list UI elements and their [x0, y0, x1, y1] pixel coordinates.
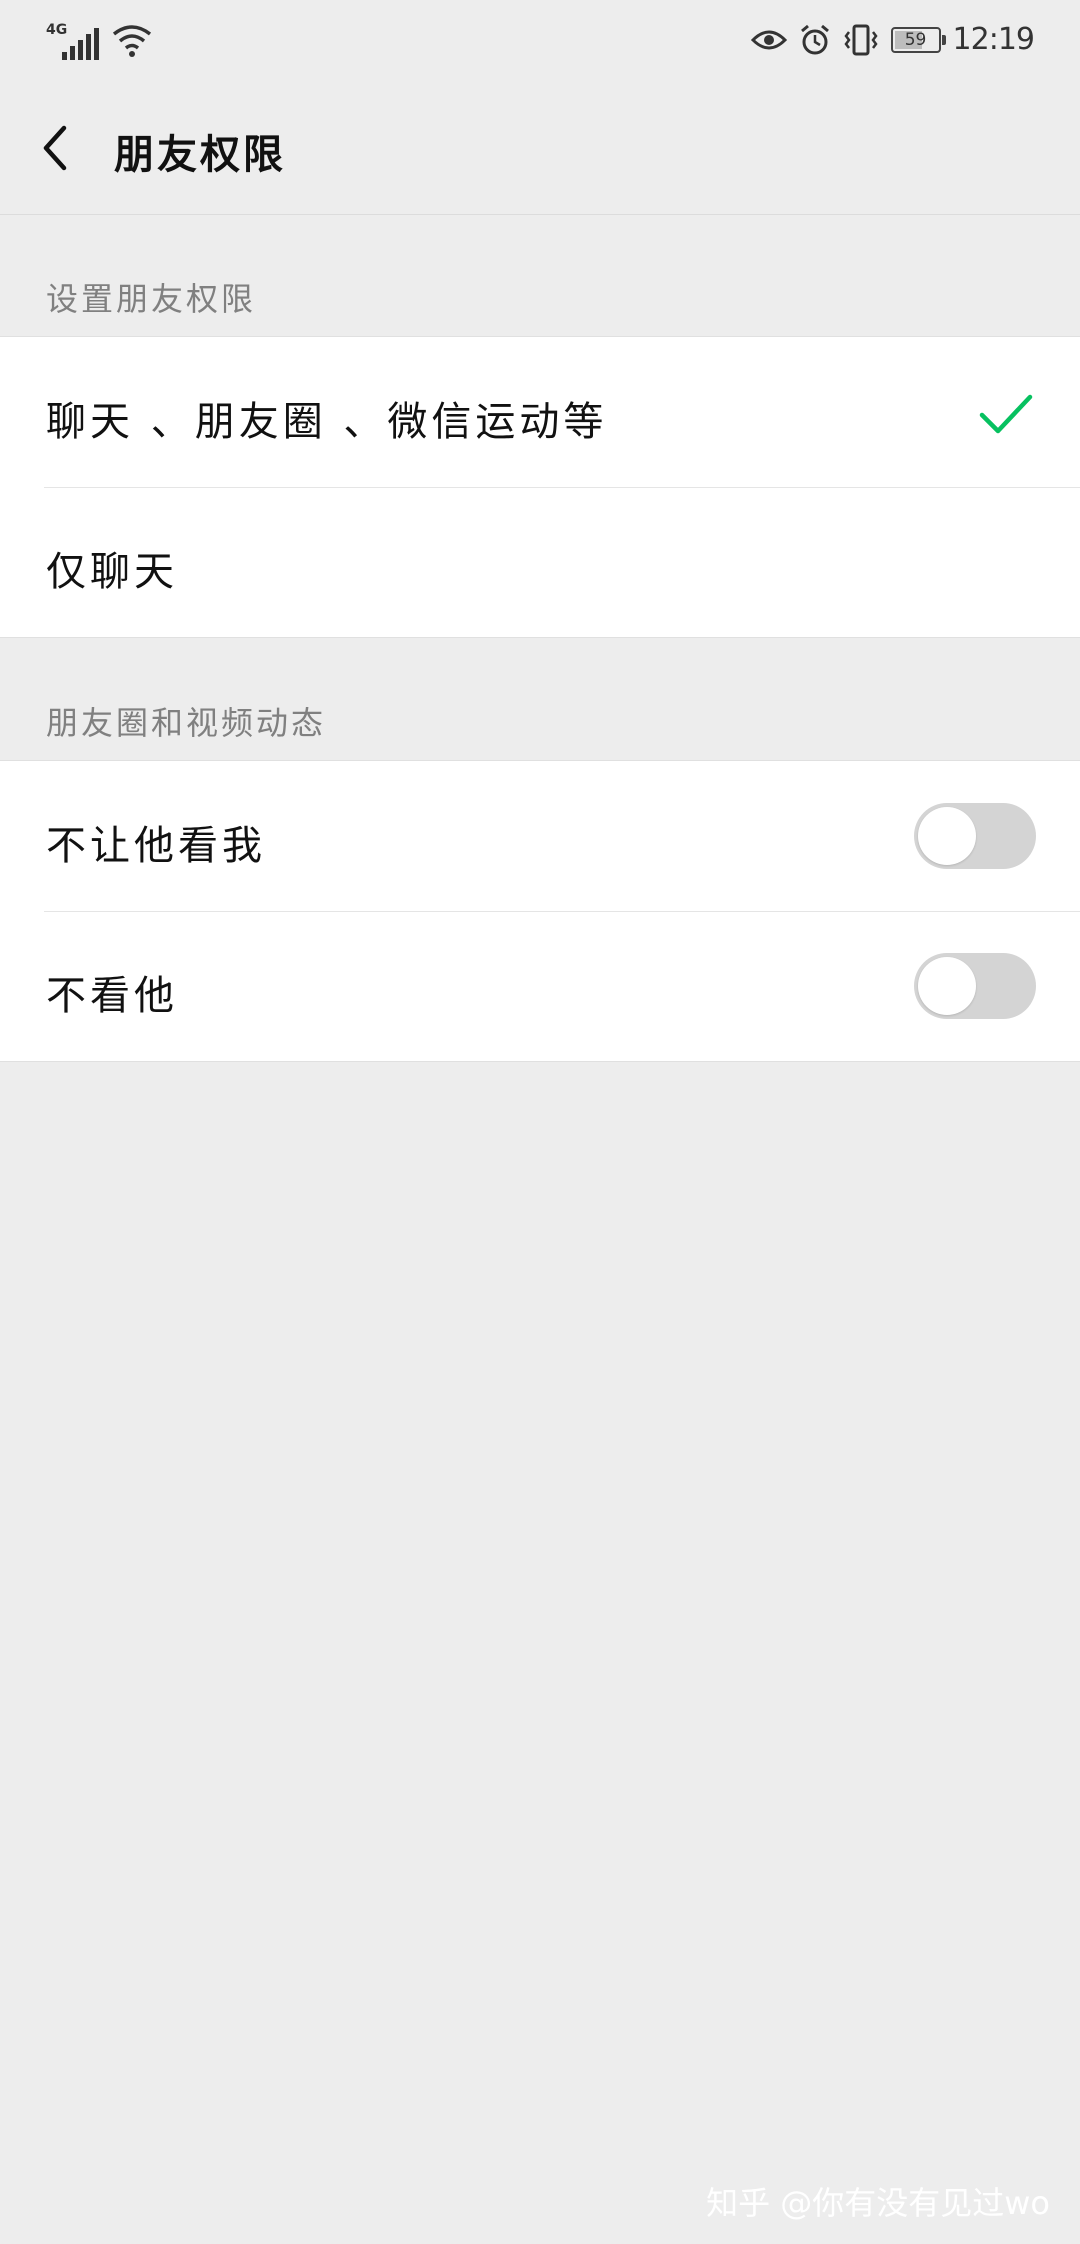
toggle-knob — [918, 957, 976, 1015]
wifi-icon — [112, 25, 152, 57]
permission-group: 聊天 、朋友圈 、微信运动等 仅聊天 — [0, 336, 1080, 638]
option-label: 不让他看我 — [46, 823, 266, 869]
option-label: 仅聊天 — [46, 549, 178, 595]
row-hide-their-posts: 不看他 — [0, 911, 1080, 1061]
hide-my-posts-toggle[interactable] — [914, 803, 1036, 869]
option-label: 不看他 — [46, 973, 178, 1019]
option-chat-moments-werun[interactable]: 聊天 、朋友圈 、微信运动等 — [0, 337, 1080, 487]
moments-group: 不让他看我 不看他 — [0, 760, 1080, 1062]
status-bar: 4G 59 12:19 — [0, 0, 1080, 82]
nav-header: 朋友权限 — [0, 82, 1080, 215]
battery-level: 59 — [904, 29, 927, 50]
alarm-icon — [800, 24, 829, 54]
chevron-left-icon — [43, 125, 67, 171]
battery-icon: 59 — [890, 26, 946, 53]
signal-icon: 4G — [46, 20, 102, 60]
page-title: 朋友权限 — [114, 131, 286, 178]
option-chat-only[interactable]: 仅聊天 — [0, 487, 1080, 637]
vibrate-icon — [843, 24, 878, 55]
watermark: 知乎 @你有没有见过wo — [706, 2184, 1050, 2222]
section-title-moments: 朋友圈和视频动态 — [46, 704, 327, 742]
toggle-knob — [918, 807, 976, 865]
hide-their-posts-toggle[interactable] — [914, 953, 1036, 1019]
checkmark-icon — [979, 394, 1033, 434]
back-button[interactable] — [30, 118, 90, 178]
clock: 12:19 — [952, 22, 1035, 57]
option-label: 聊天 、朋友圈 、微信运动等 — [46, 399, 608, 445]
row-hide-my-posts: 不让他看我 — [0, 761, 1080, 911]
section-title-permissions: 设置朋友权限 — [46, 280, 257, 318]
eye-icon — [750, 30, 787, 49]
